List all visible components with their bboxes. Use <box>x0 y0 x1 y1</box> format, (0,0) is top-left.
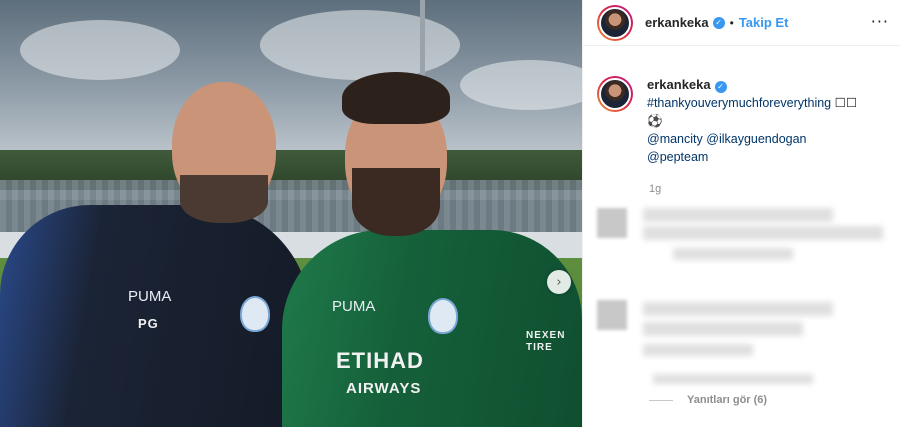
blurred-comment-line <box>673 248 793 260</box>
cloud <box>20 20 180 80</box>
replies-divider <box>649 399 673 401</box>
mention-pepteam[interactable]: @pepteam <box>647 150 708 164</box>
blurred-comment-line <box>653 374 813 384</box>
caption-hashtag[interactable]: #thankyouverymuchforeverything <box>647 96 831 110</box>
mention-ilkayguendogan[interactable]: @ilkayguendogan <box>706 132 806 146</box>
post-side-panel: erkankeka ✓ • Takip Et ··· erkankeka ✓ #t… <box>582 0 900 427</box>
jacket-initials: PG <box>138 316 159 331</box>
blurred-comment-line <box>643 226 883 240</box>
right-person-hair <box>342 72 450 124</box>
view-replies-label: Yanıtları gör (6) <box>687 394 768 406</box>
avatar-photo <box>599 6 631 39</box>
caption-avatar[interactable] <box>597 76 633 112</box>
verified-badge-icon: ✓ <box>712 16 725 29</box>
post-photo[interactable]: PUMA PG PUMA ETIHAD AIRWAYS NEXEN TIRE › <box>0 0 582 427</box>
soccer-ball-icon: ⚽ <box>647 114 663 128</box>
instagram-post: PUMA PG PUMA ETIHAD AIRWAYS NEXEN TIRE ›… <box>0 0 900 427</box>
sponsor-line-2: AIRWAYS <box>346 380 422 397</box>
view-replies-button[interactable]: Yanıtları gör (6) <box>649 394 767 406</box>
caption-emoji-boxes: ☐☐ <box>834 96 858 110</box>
blurred-comment-avatar <box>597 208 627 238</box>
header-username[interactable]: erkankeka <box>645 15 709 30</box>
post-caption: erkankeka ✓ #thankyouverymuchforeverythin… <box>597 76 887 166</box>
follow-button[interactable]: Takip Et <box>739 15 789 30</box>
avatar-photo <box>599 78 631 110</box>
caption-username[interactable]: erkankeka <box>647 77 711 92</box>
sleeve-sponsor: NEXEN TIRE <box>526 330 566 353</box>
chevron-right-icon: › <box>556 274 562 290</box>
blurred-comment-line <box>643 322 803 336</box>
right-person-beard <box>352 168 440 236</box>
blurred-comment-line <box>643 344 753 356</box>
cloud <box>260 10 460 80</box>
blurred-comment-avatar <box>597 300 627 330</box>
caption-timestamp: 1g <box>649 183 662 195</box>
floodlight-pole <box>420 0 425 80</box>
left-person-beard <box>180 175 268 223</box>
next-photo-button[interactable]: › <box>547 270 571 294</box>
club-badge-right <box>428 298 458 334</box>
mention-mancity[interactable]: @mancity <box>647 132 703 146</box>
post-header: erkankeka ✓ • Takip Et ··· <box>583 0 900 46</box>
more-options-icon[interactable]: ··· <box>871 12 889 31</box>
puma-logo: PUMA <box>332 298 376 315</box>
blurred-comment-line <box>643 302 833 316</box>
club-badge-left <box>240 296 270 332</box>
sponsor-line-1: ETIHAD <box>336 348 424 373</box>
caption-body: erkankeka ✓ #thankyouverymuchforeverythin… <box>647 76 857 166</box>
separator-dot: • <box>729 15 734 30</box>
blurred-comment-line <box>643 208 833 222</box>
profile-avatar[interactable] <box>597 4 633 41</box>
verified-badge-icon: ✓ <box>714 81 727 93</box>
puma-logo: PUMA <box>128 288 172 305</box>
